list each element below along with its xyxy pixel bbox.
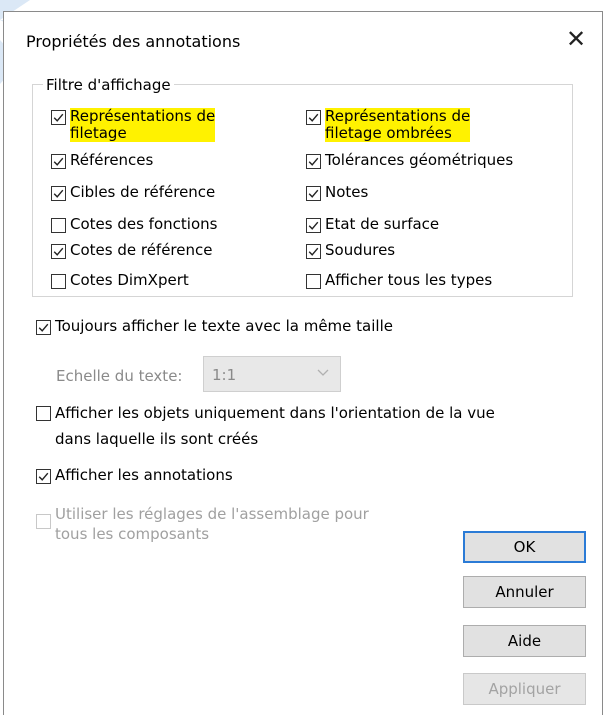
checkbox-label: Cotes de référence [70, 241, 213, 259]
apply-button[interactable]: Appliquer [463, 673, 586, 705]
checkmark-icon [308, 247, 319, 256]
chevron-down-icon [317, 369, 329, 376]
checkbox-label: Tolérances géométriques [325, 151, 514, 169]
title-bar: Propriétés des annotations ✕ [4, 12, 602, 62]
checkbox-box[interactable] [36, 320, 51, 335]
checkbox-shaded-thread-representations[interactable]: Représentations de filetage ombrées [306, 107, 471, 142]
checkbox-geometric-tolerances[interactable]: Tolérances géométriques [306, 152, 513, 169]
checkbox-box[interactable] [306, 110, 321, 125]
checkbox-show-annotations[interactable]: Afficher les annotations [36, 467, 233, 484]
checkbox-label: Soudures [325, 241, 396, 259]
checkmark-icon [308, 221, 319, 230]
checkbox-box[interactable] [51, 218, 66, 233]
text-scale-select[interactable]: 1:1 [203, 356, 341, 392]
checkmark-icon [38, 323, 49, 332]
checkbox-label: Notes [325, 183, 369, 201]
checkbox-label: Utiliser les réglages de l'assemblage po… [55, 505, 369, 543]
checkbox-label: Références [70, 151, 154, 169]
text-scale-label: Echelle du texte: [56, 367, 183, 385]
checkbox-box[interactable] [306, 186, 321, 201]
display-filter-legend: Filtre d'affichage [43, 76, 174, 94]
checkmark-icon [53, 189, 64, 198]
checkbox-use-assembly-settings[interactable]: Utiliser les réglages de l'assemblage po… [36, 504, 369, 544]
checkbox-box[interactable] [306, 218, 321, 233]
checkbox-show-all-types[interactable]: Afficher tous les types [306, 272, 492, 289]
checkbox-label: Représentations de filetage ombrées [325, 107, 471, 142]
checkbox-label: Cotes DimXpert [70, 271, 189, 289]
checkbox-label: Toujours afficher le texte avec la même … [55, 317, 393, 335]
checkbox-box[interactable] [36, 406, 51, 421]
help-button[interactable]: Aide [463, 625, 586, 657]
checkbox-thread-representations[interactable]: Représentations de filetage [51, 107, 216, 142]
checkbox-box[interactable] [306, 154, 321, 169]
checkbox-reference-targets[interactable]: Cibles de référence [51, 184, 215, 201]
checkbox-label: Afficher les annotations [55, 466, 233, 484]
checkbox-label: Afficher tous les types [325, 271, 493, 289]
checkbox-references[interactable]: Références [51, 152, 153, 169]
checkbox-box[interactable] [51, 110, 66, 125]
checkbox-box[interactable] [306, 274, 321, 289]
checkbox-feature-dimensions[interactable]: Cotes des fonctions [51, 216, 217, 233]
checkmark-icon [53, 247, 64, 256]
ok-button[interactable]: OK [463, 531, 586, 563]
checkbox-same-text-size[interactable]: Toujours afficher le texte avec la même … [36, 318, 393, 335]
checkbox-label: Représentations de filetage [70, 107, 216, 142]
checkbox-welds[interactable]: Soudures [306, 242, 395, 259]
checkbox-box[interactable] [36, 514, 51, 529]
checkmark-icon [308, 157, 319, 166]
checkbox-dimxpert-dimensions[interactable]: Cotes DimXpert [51, 272, 189, 289]
checkbox-label: Afficher les objets uniquement dans l'or… [55, 404, 495, 448]
close-icon[interactable]: ✕ [564, 27, 588, 51]
cancel-button[interactable]: Annuler [463, 576, 586, 608]
checkbox-label: Cibles de référence [70, 183, 216, 201]
checkbox-box[interactable] [51, 244, 66, 259]
checkbox-box[interactable] [51, 154, 66, 169]
checkbox-box[interactable] [51, 274, 66, 289]
checkbox-box[interactable] [36, 469, 51, 484]
checkbox-reference-dimensions[interactable]: Cotes de référence [51, 242, 213, 259]
checkmark-icon [38, 472, 49, 481]
checkbox-surface-finish[interactable]: Etat de surface [306, 216, 439, 233]
checkmark-icon [308, 189, 319, 198]
checkbox-view-orientation-only[interactable]: Afficher les objets uniquement dans l'or… [36, 404, 495, 452]
dialog-title: Propriétés des annotations [26, 32, 241, 51]
checkbox-notes[interactable]: Notes [306, 184, 368, 201]
checkbox-box[interactable] [51, 186, 66, 201]
checkmark-icon [53, 113, 64, 122]
checkbox-box[interactable] [306, 244, 321, 259]
text-scale-value: 1:1 [212, 366, 237, 384]
checkbox-label: Etat de surface [325, 215, 440, 233]
checkmark-icon [53, 157, 64, 166]
checkmark-icon [308, 113, 319, 122]
checkbox-label: Cotes des fonctions [70, 215, 218, 233]
